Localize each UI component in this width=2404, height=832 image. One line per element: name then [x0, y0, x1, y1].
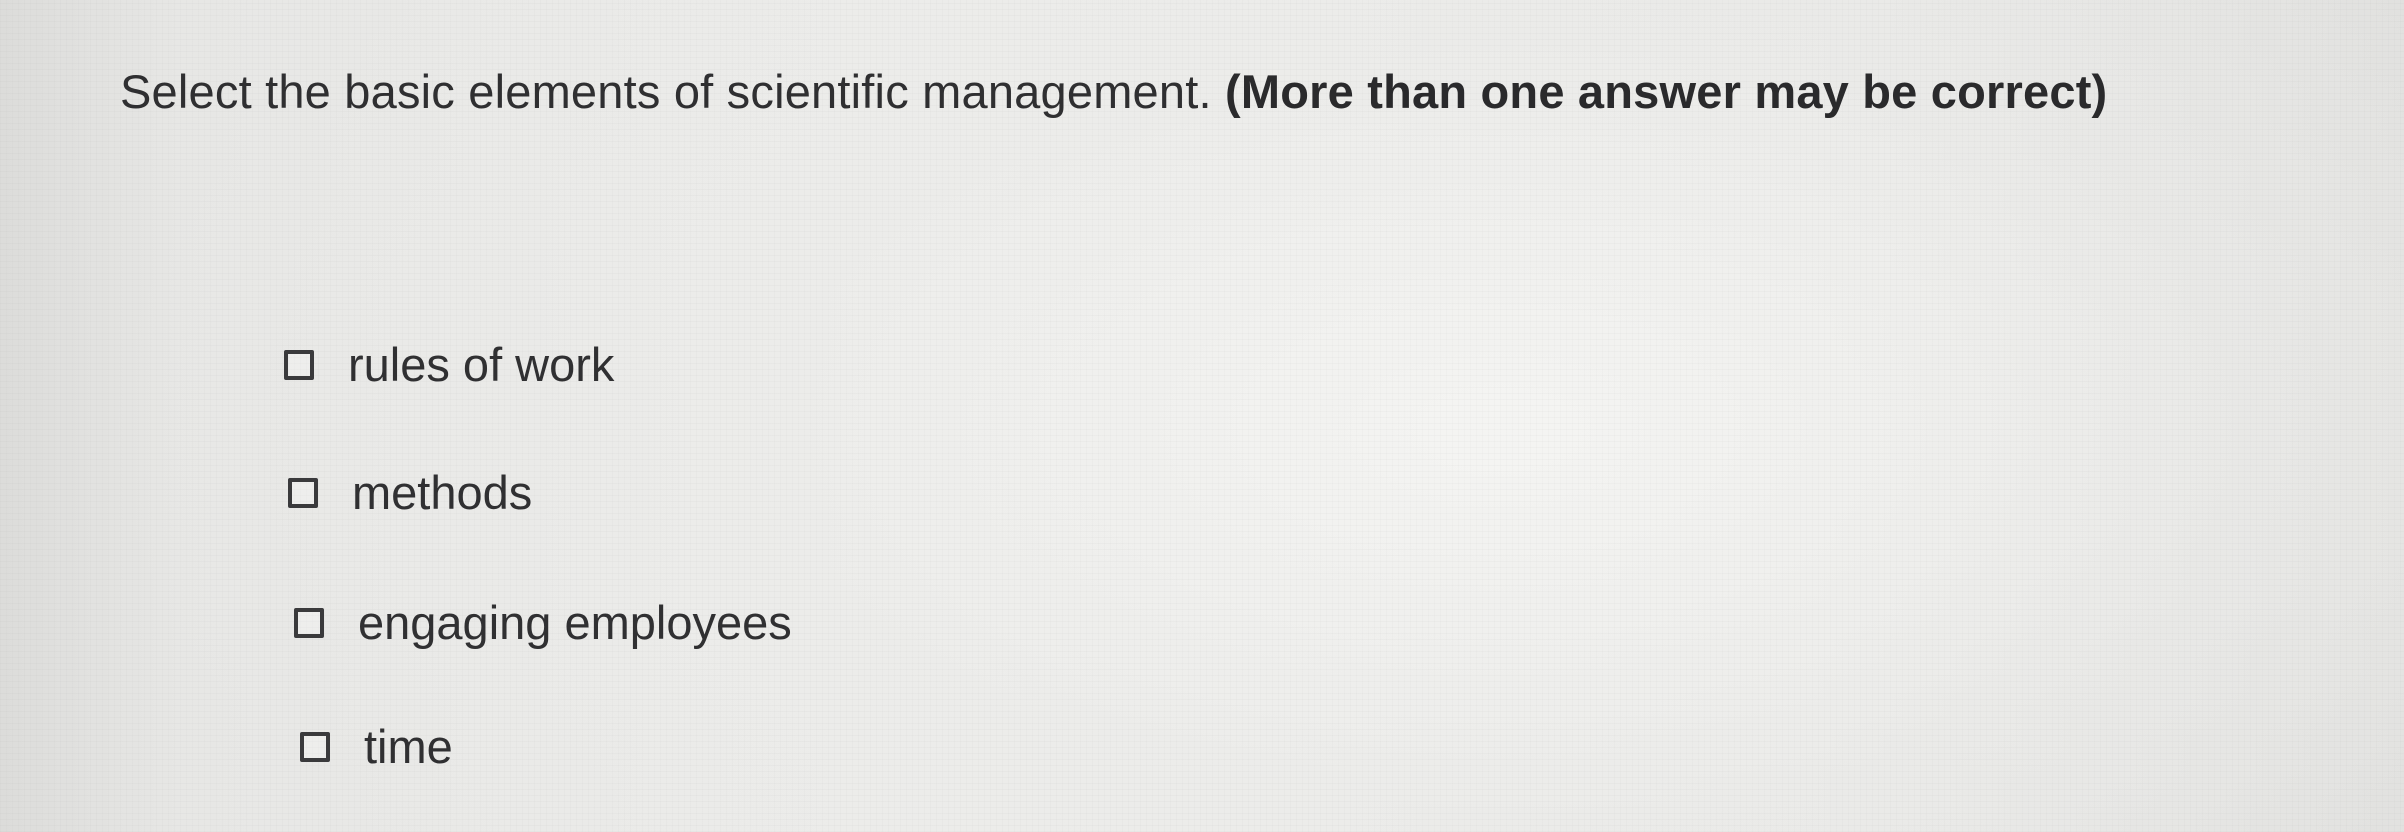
option-rules-of-work[interactable]: rules of work — [284, 330, 614, 400]
question-prompt: Select the basic elements of scientific … — [120, 65, 1212, 118]
question-instruction: (More than one answer may be correct) — [1225, 65, 2108, 118]
option-engaging-employees[interactable]: engaging employees — [294, 588, 792, 658]
checkbox-methods[interactable] — [288, 478, 318, 508]
option-label[interactable]: engaging employees — [358, 593, 792, 653]
option-label[interactable]: time — [364, 717, 453, 777]
checkbox-engaging-employees[interactable] — [294, 608, 324, 638]
question-text: Select the basic elements of scientific … — [120, 62, 2107, 122]
option-methods[interactable]: methods — [288, 458, 532, 528]
checkbox-time[interactable] — [300, 732, 330, 762]
checkbox-rules-of-work[interactable] — [284, 350, 314, 380]
option-label[interactable]: methods — [352, 463, 532, 523]
option-label[interactable]: rules of work — [348, 335, 614, 395]
option-time[interactable]: time — [300, 712, 453, 782]
